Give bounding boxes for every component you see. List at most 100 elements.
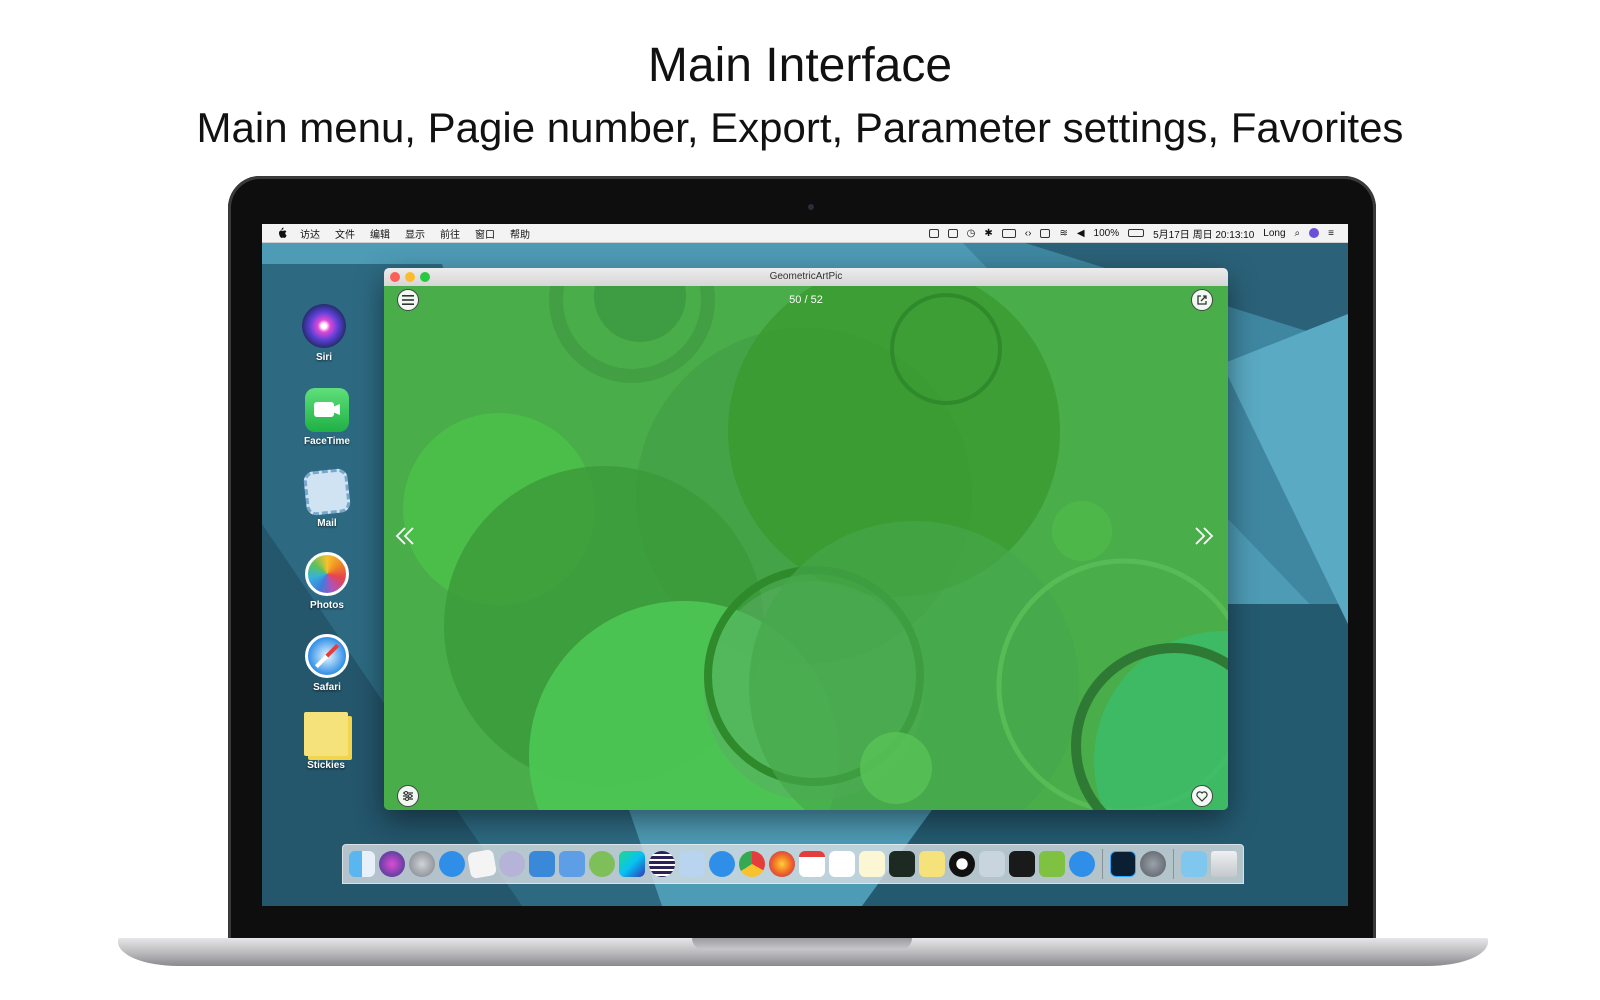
page-number: 50 / 52	[789, 294, 823, 306]
keyboard-icon[interactable]	[1001, 228, 1016, 238]
dock-eclipse-icon[interactable]	[649, 851, 675, 877]
export-button[interactable]	[1191, 289, 1213, 311]
dock-separator	[1102, 849, 1103, 879]
dock-photoshop-icon[interactable]	[1110, 851, 1136, 877]
dock-android-icon[interactable]	[1039, 851, 1065, 877]
safari-compass-icon	[305, 634, 349, 678]
menu-go[interactable]: 前往	[440, 226, 460, 241]
dock-screenshot-icon[interactable]	[979, 851, 1005, 877]
desktop-icon-safari[interactable]: Safari	[287, 634, 367, 693]
wifi-icon[interactable]: ≋	[1059, 228, 1067, 239]
window-title: GeometricArtPic	[769, 271, 843, 282]
menu-bar: 访达 文件 编辑 显示 前往 窗口 帮助 ◷ ✱ ‹› ≋ ◀ 100% 5月1…	[262, 224, 1348, 243]
dock-app-store-icon[interactable]	[439, 851, 465, 877]
parameter-settings-button[interactable]	[397, 785, 419, 807]
geometric-artwork	[384, 286, 1228, 810]
menu-file[interactable]: 文件	[335, 226, 355, 241]
dock-finder-icon[interactable]	[349, 851, 375, 877]
share-export-icon	[1197, 295, 1207, 305]
dock-terminal-icon[interactable]	[1009, 851, 1035, 877]
app-window: GeometricArtPic 50 / 52	[384, 268, 1228, 810]
apple-icon[interactable]	[276, 226, 290, 240]
dock-activity-monitor-icon[interactable]	[889, 851, 915, 877]
dock-chrome-icon[interactable]	[739, 851, 765, 877]
desktop-icon-label: FaceTime	[304, 436, 350, 447]
menu-clock[interactable]: 5月17日 周日 20:13:10	[1153, 226, 1254, 241]
app-status-icon[interactable]	[1040, 228, 1051, 238]
dock-system-preferences-icon[interactable]	[1140, 851, 1166, 877]
artwork-canvas[interactable]: 50 / 52	[384, 286, 1228, 810]
window-titlebar[interactable]: GeometricArtPic	[384, 268, 1228, 287]
desktop-icon-label: Photos	[310, 600, 344, 611]
sliders-icon	[403, 791, 413, 801]
status-area: ◷ ✱ ‹› ≋ ◀ 100% 5月17日 周日 20:13:10 Long ⌕…	[928, 224, 1334, 242]
desktop-icon-label: Siri	[315, 352, 333, 363]
desktop-screen: 访达 文件 编辑 显示 前往 窗口 帮助 ◷ ✱ ‹› ≋ ◀ 100% 5月1…	[262, 224, 1348, 906]
dock-notes-icon[interactable]	[859, 851, 885, 877]
next-page-button[interactable]	[1193, 523, 1215, 553]
desktop-icon-facetime[interactable]: FaceTime	[287, 388, 367, 447]
siri-icon	[302, 304, 346, 348]
bluetooth-icon[interactable]: ✱	[984, 228, 992, 239]
dock-bbedit-icon[interactable]	[499, 851, 525, 877]
double-chevron-left-icon	[395, 527, 414, 545]
page-title: Main Interface	[647, 39, 953, 92]
desktop-icon-label: Safari	[313, 682, 341, 693]
dock-safari-icon[interactable]	[709, 851, 735, 877]
dock-launchpad-icon[interactable]	[409, 851, 435, 877]
menu-window[interactable]: 窗口	[475, 226, 495, 241]
favorites-button[interactable]	[1191, 785, 1213, 807]
dock-preview-icon[interactable]	[679, 851, 705, 877]
dock-android-studio-icon[interactable]	[589, 851, 615, 877]
window-status-icon[interactable]	[928, 228, 939, 238]
close-button[interactable]	[390, 272, 400, 282]
siri-menu-icon[interactable]	[1309, 228, 1320, 238]
dock-textedit-icon[interactable]	[466, 848, 498, 880]
previous-page-button[interactable]	[394, 523, 416, 553]
menu-user[interactable]: Long	[1263, 228, 1285, 239]
double-chevron-right-icon	[1195, 527, 1214, 545]
desktop-icon-label: Stickies	[307, 760, 345, 771]
dock-trash-icon[interactable]	[1211, 851, 1237, 877]
desktop-icon-mail[interactable]: Mail	[287, 467, 367, 529]
code-icon[interactable]: ‹›	[1025, 228, 1032, 239]
notification-center-icon[interactable]: ≡	[1328, 228, 1334, 239]
photos-icon	[305, 552, 349, 596]
desktop-icon-stickies[interactable]: Stickies	[286, 712, 366, 771]
battery-icon[interactable]	[1128, 229, 1145, 237]
desktop-icon-siri[interactable]: Siri	[284, 304, 364, 363]
camera	[808, 204, 814, 210]
zoom-button[interactable]	[420, 272, 430, 282]
dock-stickies-icon[interactable]	[919, 851, 945, 877]
dock-webstorm-icon[interactable]	[619, 851, 645, 877]
dock-reminders-icon[interactable]	[829, 851, 855, 877]
dock-firefox-icon[interactable]	[769, 851, 795, 877]
dock-xcode-icon[interactable]	[529, 851, 555, 877]
spotlight-search-icon[interactable]: ⌕	[1295, 228, 1301, 239]
desktop-icon-label: Mail	[317, 518, 337, 529]
grid-status-icon[interactable]	[947, 228, 958, 238]
dock-simulator-icon[interactable]	[559, 851, 585, 877]
stickies-icon	[304, 712, 348, 756]
dock-map-pin-icon[interactable]	[1069, 851, 1095, 877]
battery-percent: 100%	[1093, 227, 1120, 239]
laptop-notch	[692, 938, 912, 950]
menu-edit[interactable]: 编辑	[370, 226, 390, 241]
dock-separator	[1173, 849, 1174, 879]
heart-icon	[1196, 790, 1208, 802]
volume-icon[interactable]: ◀	[1077, 228, 1085, 239]
dock-qq-icon[interactable]	[949, 851, 975, 877]
minimize-button[interactable]	[405, 272, 415, 282]
dock-calendar-icon[interactable]	[799, 851, 825, 877]
menu-view[interactable]: 显示	[405, 226, 425, 241]
menu-help[interactable]: 帮助	[510, 226, 530, 241]
menu-finder[interactable]: 访达	[300, 226, 320, 241]
dock-siri-icon[interactable]	[379, 851, 405, 877]
mail-icon	[302, 467, 352, 517]
facetime-icon	[305, 388, 349, 432]
dock	[342, 844, 1244, 884]
dock-downloads-folder-icon[interactable]	[1181, 851, 1207, 877]
page-subtitle: Main menu, Pagie number, Export, Paramet…	[196, 104, 1404, 151]
desktop-icon-photos[interactable]: Photos	[287, 552, 367, 611]
clock-history-icon[interactable]: ◷	[967, 228, 976, 239]
